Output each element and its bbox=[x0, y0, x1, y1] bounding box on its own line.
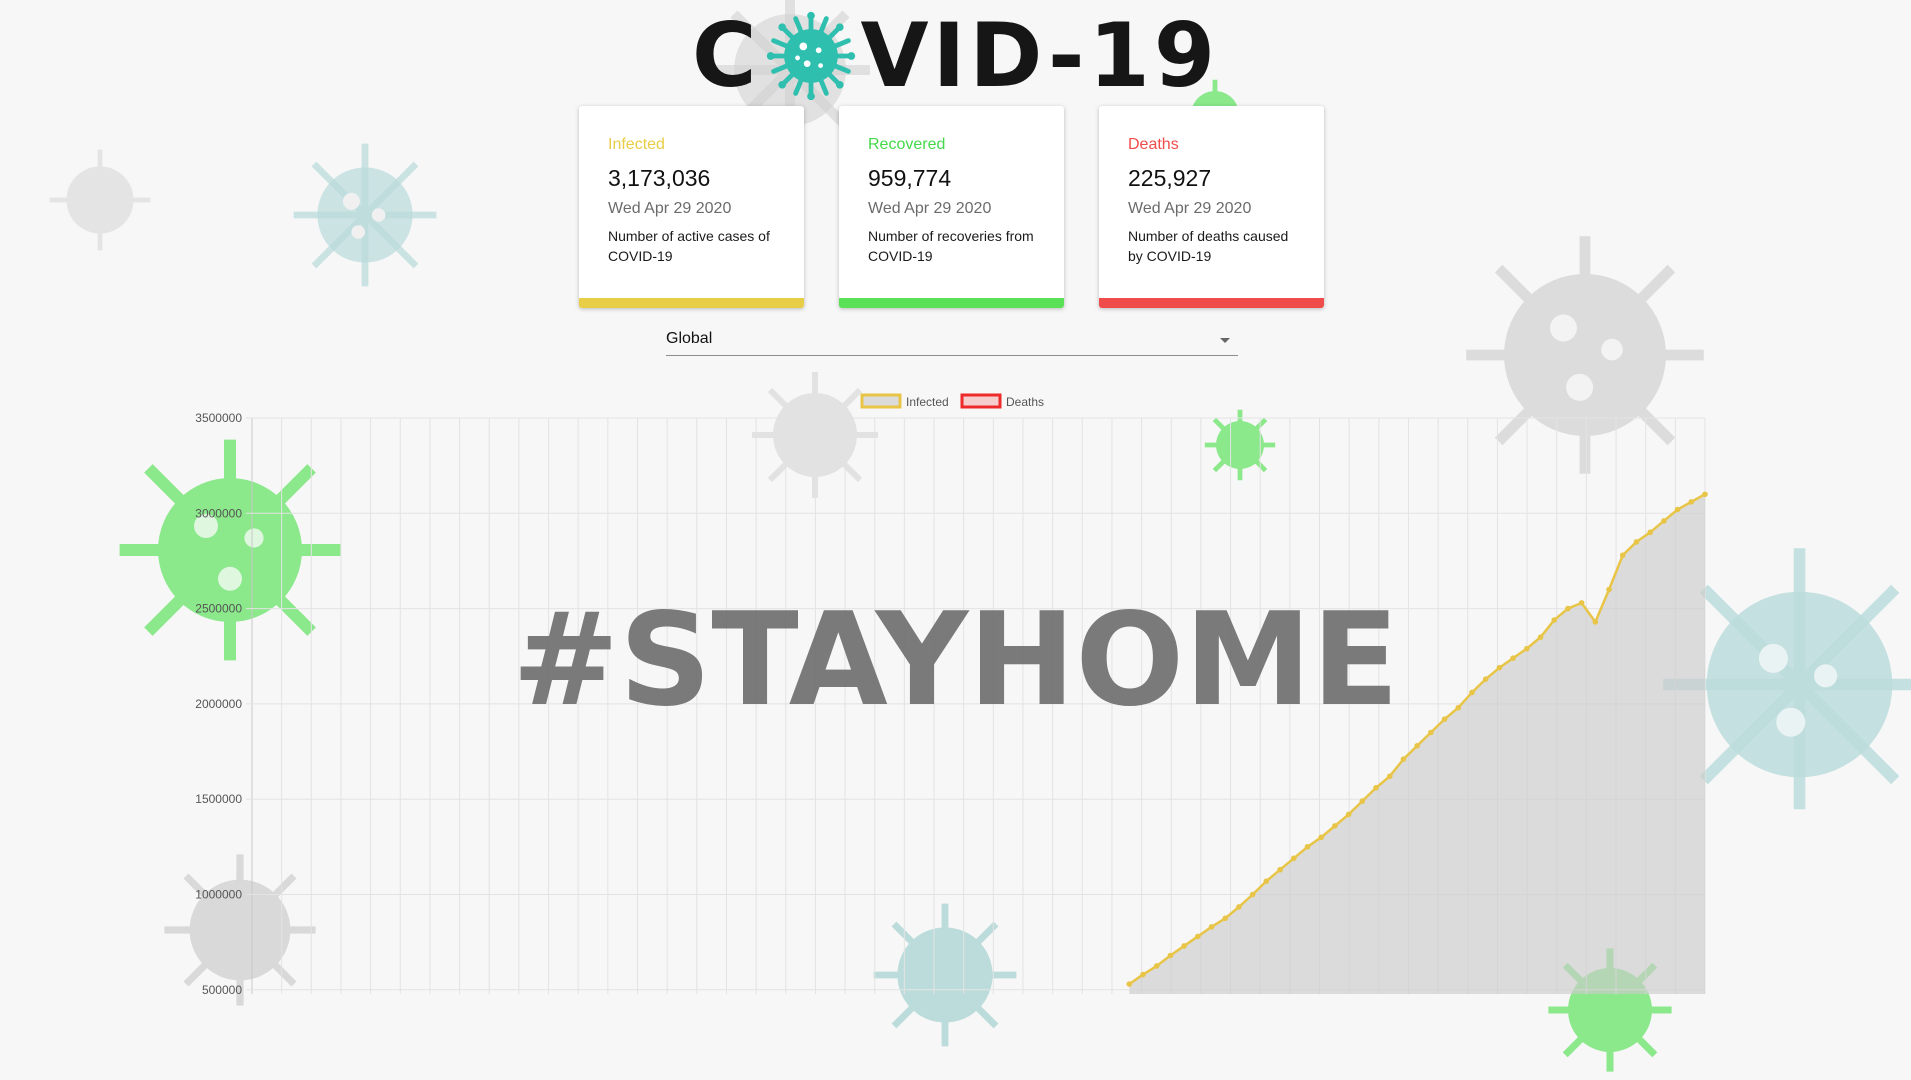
card-value: 3,173,036 bbox=[608, 165, 711, 191]
data-point bbox=[1359, 798, 1366, 804]
data-point bbox=[1373, 784, 1379, 791]
data-point bbox=[1277, 866, 1283, 873]
data-point bbox=[1304, 844, 1311, 850]
legend-label: Infected bbox=[906, 395, 949, 409]
chart-legend: Infected Deaths bbox=[860, 393, 1044, 409]
y-tick-label: 3000000 bbox=[195, 506, 242, 520]
virus-decoration bbox=[49, 149, 151, 251]
y-tick-label: 3500000 bbox=[195, 411, 242, 425]
data-point bbox=[1688, 499, 1695, 505]
data-point bbox=[1674, 506, 1681, 513]
data-point bbox=[1236, 904, 1242, 910]
virus-icon bbox=[766, 11, 855, 101]
y-tick-label: 500000 bbox=[202, 983, 242, 994]
logo-text-right: VID-19 bbox=[860, 4, 1220, 107]
data-point bbox=[1633, 539, 1640, 545]
card-description: Number of active cases of COVID-19 bbox=[608, 228, 770, 264]
data-point bbox=[1647, 529, 1653, 536]
data-point bbox=[1619, 552, 1626, 559]
card-label: Infected bbox=[608, 136, 665, 153]
deaths-card: Deaths 225,927 Wed Apr 29 2020 Number of… bbox=[1099, 106, 1324, 308]
legend-swatch bbox=[860, 393, 902, 409]
y-tick-label: 1500000 bbox=[195, 792, 242, 806]
data-point bbox=[1702, 491, 1708, 498]
stayhome-overlay-text: #STAYHOME bbox=[511, 586, 1400, 735]
data-point bbox=[1153, 963, 1160, 969]
data-point bbox=[1290, 855, 1297, 862]
infected-card: Infected 3,173,036 Wed Apr 29 2020 Numbe… bbox=[579, 106, 804, 308]
stats-cards: Infected 3,173,036 Wed Apr 29 2020 Numbe… bbox=[579, 106, 1325, 308]
card-value: 225,927 bbox=[1128, 165, 1212, 191]
data-point bbox=[1661, 518, 1667, 524]
chevron-down-icon[interactable] bbox=[1220, 338, 1230, 343]
card-date: Wed Apr 29 2020 bbox=[1128, 200, 1252, 217]
card-label: Deaths bbox=[1128, 136, 1179, 153]
card-description: Number of recoveries from COVID-19 bbox=[868, 228, 1034, 264]
data-point bbox=[1428, 729, 1434, 736]
card-date: Wed Apr 29 2020 bbox=[608, 200, 732, 217]
card-description: Number of deaths caused by COVID-19 bbox=[1128, 228, 1289, 264]
data-point bbox=[1249, 891, 1256, 898]
data-point bbox=[1263, 878, 1270, 884]
recovered-card: Recovered 959,774 Wed Apr 29 2020 Number… bbox=[839, 106, 1064, 308]
data-point bbox=[1606, 586, 1612, 593]
card-color-bar bbox=[839, 298, 1064, 308]
data-point bbox=[1195, 933, 1201, 940]
data-point bbox=[1318, 834, 1324, 841]
chart-series bbox=[1126, 491, 1708, 994]
country-select-value: Global bbox=[666, 330, 713, 347]
card-label: Recovered bbox=[868, 136, 946, 153]
card-date: Wed Apr 29 2020 bbox=[868, 200, 992, 217]
card-value: 959,774 bbox=[868, 165, 952, 191]
data-point bbox=[1222, 915, 1229, 922]
data-point bbox=[1167, 952, 1174, 959]
data-point bbox=[1208, 924, 1215, 930]
data-point bbox=[1181, 943, 1187, 949]
virus-decoration bbox=[293, 143, 437, 287]
card-color-bar bbox=[1099, 298, 1324, 308]
legend-label: Deaths bbox=[1006, 395, 1044, 409]
data-point bbox=[1126, 981, 1133, 987]
legend-swatch bbox=[960, 393, 1002, 409]
logo-text-left: C bbox=[691, 4, 761, 107]
data-point bbox=[1140, 971, 1146, 978]
data-point bbox=[1414, 743, 1420, 749]
data-point bbox=[1386, 773, 1393, 780]
card-color-bar bbox=[579, 298, 804, 308]
data-point bbox=[1332, 823, 1338, 829]
data-point bbox=[1345, 811, 1352, 818]
app-logo: C VID-19 bbox=[0, 8, 1911, 104]
y-tick-label: 1000000 bbox=[195, 888, 242, 902]
data-point bbox=[1400, 756, 1407, 762]
country-select[interactable]: Global bbox=[666, 322, 1238, 356]
